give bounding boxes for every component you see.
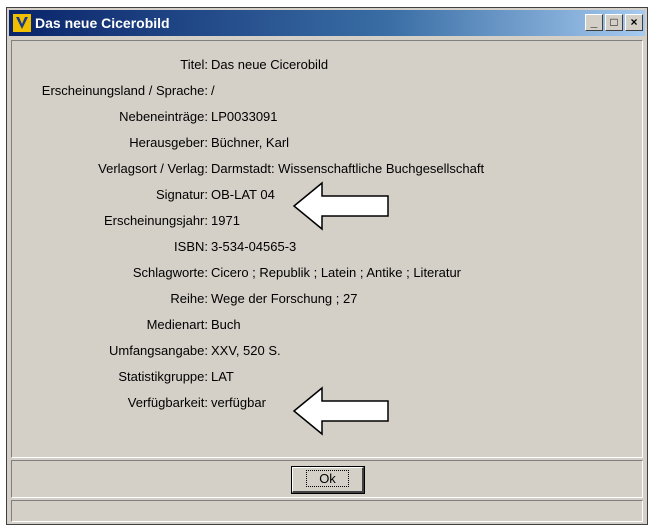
window-title: Das neue Cicerobild (35, 15, 170, 31)
field-value: Das neue Cicerobild (211, 57, 329, 72)
ok-button-label: Ok (306, 470, 349, 487)
record-details-panel: Titel: Das neue Cicerobild Erscheinungsl… (11, 40, 643, 458)
field-label: Reihe: (170, 291, 208, 306)
field-row-umfangsangabe: Umfangsangabe: XXV, 520 S. (12, 341, 632, 361)
field-label: Verfügbarkeit: (127, 395, 208, 410)
field-row-nebeneintraege: Nebeneinträge: LP0033091 (12, 107, 632, 127)
field-value: LP0033091 (211, 109, 278, 124)
field-row-erscheinungsland: Erscheinungsland / Sprache: / (12, 81, 632, 101)
field-value: Buch (211, 317, 241, 332)
minimize-button[interactable]: _ (585, 14, 603, 31)
field-row-verlag: Verlagsort / Verlag: Darmstadt: Wissensc… (12, 159, 632, 179)
dialog-window: Das neue Cicerobild _ □ × Titel: Das neu… (6, 7, 648, 525)
close-button[interactable]: × (625, 14, 643, 31)
field-row-schlagworte: Schlagworte: Cicero ; Republik ; Latein … (12, 263, 632, 283)
title-bar[interactable]: Das neue Cicerobild _ □ × (9, 10, 645, 36)
field-label: Titel: (180, 57, 208, 72)
field-label: Signatur: (155, 187, 208, 202)
field-value: XXV, 520 S. (211, 343, 281, 358)
library-logo-icon (13, 14, 31, 32)
field-row-titel: Titel: Das neue Cicerobild (12, 55, 632, 75)
field-value: Darmstadt: Wissenschaftliche Buchgesells… (211, 161, 485, 176)
field-row-isbn: ISBN: 3-534-04565-3 (12, 237, 632, 257)
field-value: verfügbar (211, 395, 266, 410)
field-row-statistikgruppe: Statistikgruppe: LAT (12, 367, 632, 387)
left-arrow-icon (292, 181, 389, 231)
field-label: Erscheinungsjahr: (103, 213, 208, 228)
field-label: Herausgeber: (129, 135, 208, 150)
status-bar (11, 500, 643, 522)
left-arrow-icon (292, 386, 389, 436)
field-row-herausgeber: Herausgeber: Büchner, Karl (12, 133, 632, 153)
field-value: LAT (211, 369, 234, 384)
field-label: Medienart: (146, 317, 208, 332)
field-label: Verlagsort / Verlag: (98, 161, 208, 176)
field-label: Schlagworte: (132, 265, 208, 280)
field-label: Statistikgruppe: (118, 369, 208, 384)
field-row-medienart: Medienart: Buch (12, 315, 632, 335)
maximize-button[interactable]: □ (605, 14, 623, 31)
ok-button[interactable]: Ok (291, 466, 365, 494)
field-value: Büchner, Karl (211, 135, 290, 150)
field-value: 1971 (211, 213, 240, 228)
field-value: OB-LAT 04 (211, 187, 275, 202)
field-value: Wege der Forschung ; 27 (211, 291, 358, 306)
field-row-reihe: Reihe: Wege der Forschung ; 27 (12, 289, 632, 309)
field-label: Nebeneinträge: (119, 109, 208, 124)
field-label: Umfangsangabe: (108, 343, 208, 358)
button-bar: Ok (11, 460, 643, 498)
field-value: 3-534-04565-3 (211, 239, 297, 254)
field-label: Erscheinungsland / Sprache: (41, 83, 208, 98)
field-value: / (211, 83, 215, 98)
field-label: ISBN: (174, 239, 208, 254)
field-value: Cicero ; Republik ; Latein ; Antike ; Li… (211, 265, 462, 280)
